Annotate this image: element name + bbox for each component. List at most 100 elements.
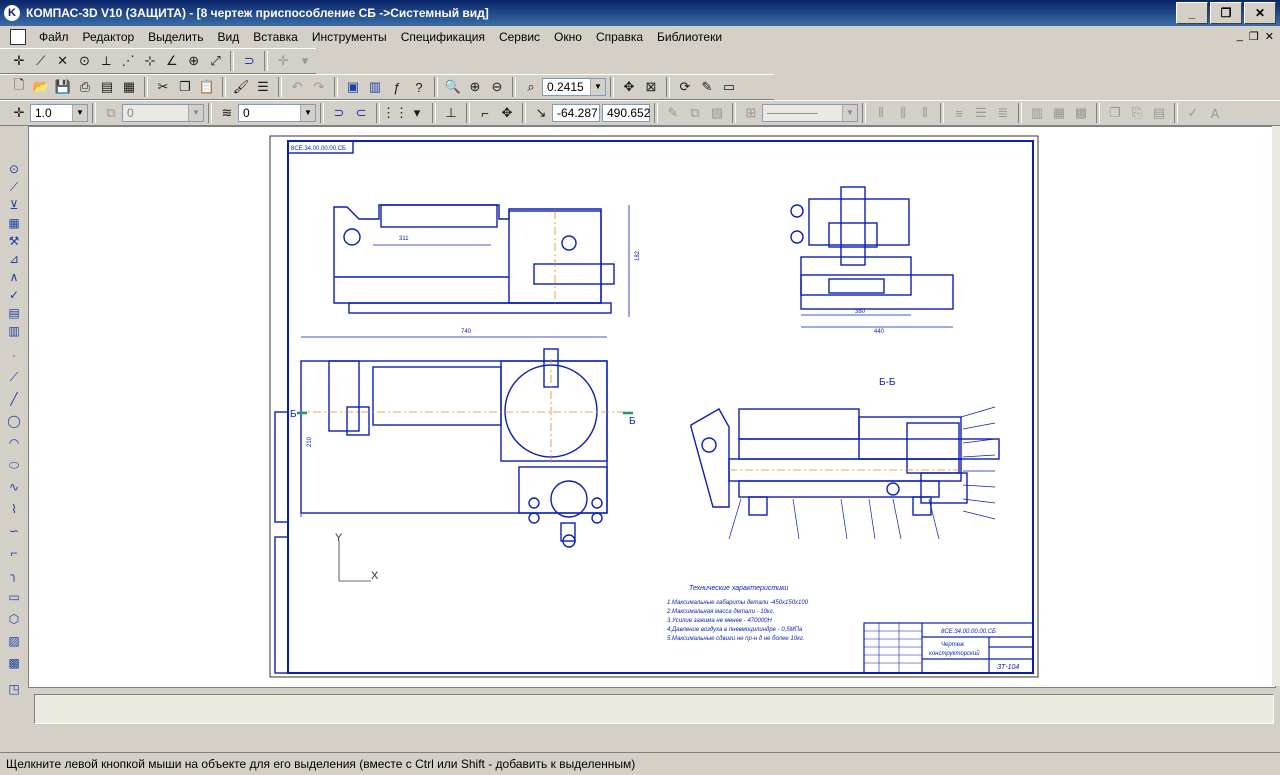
ortho-icon[interactable]: ⌐: [475, 103, 495, 123]
edit-icon[interactable]: ▦: [5, 216, 23, 232]
parametrize-icon[interactable]: ⚒: [5, 234, 23, 250]
align-center-icon[interactable]: ⫼: [893, 103, 913, 123]
polyline-icon[interactable]: ⌇: [5, 502, 23, 518]
cursor-step-icon[interactable]: ✛: [9, 103, 29, 123]
state-combo[interactable]: 0 ▼: [122, 104, 204, 122]
select-icon[interactable]: ∧: [5, 270, 23, 286]
snap-center-icon[interactable]: ⊕: [184, 51, 204, 71]
paste-icon[interactable]: 📋: [197, 77, 217, 97]
rectangle-icon[interactable]: ▭: [5, 590, 23, 606]
cut-icon[interactable]: ✂: [153, 77, 173, 97]
pan-icon[interactable]: ✥: [619, 77, 639, 97]
variables-icon[interactable]: ▥: [365, 77, 385, 97]
attract-icon[interactable]: ⊃: [329, 103, 349, 123]
drawing-canvas[interactable]: 311 182 380 440 740 210 8СЕ.34.00.00.00.…: [28, 126, 1276, 688]
dimensions-icon[interactable]: ⟋: [5, 180, 23, 196]
hatch-icon[interactable]: ▧: [707, 103, 727, 123]
text-icon[interactable]: A: [1205, 103, 1225, 123]
doc-minimize-button[interactable]: _: [1237, 30, 1243, 43]
refresh-icon[interactable]: ⟳: [675, 77, 695, 97]
open-icon[interactable]: 📂: [31, 77, 51, 97]
chamfer-icon[interactable]: ⌐: [5, 546, 23, 562]
fit-all-icon[interactable]: ⊠: [641, 77, 661, 97]
zoom-out-icon[interactable]: ⊖: [487, 77, 507, 97]
round-icon[interactable]: ✥: [497, 103, 517, 123]
snap-angle-icon[interactable]: ∠: [162, 51, 182, 71]
menu-view[interactable]: Вид: [211, 28, 247, 46]
hatch-tool-icon[interactable]: ▨: [5, 634, 23, 650]
snap-normal-icon[interactable]: ⟂: [96, 51, 116, 71]
chevron-down-icon[interactable]: ▼: [842, 105, 857, 121]
distribute-v-icon[interactable]: ☰: [971, 103, 991, 123]
distribute-icon[interactable]: ≡: [949, 103, 969, 123]
local-cs-icon[interactable]: ⊥: [441, 103, 461, 123]
doc-restore-button[interactable]: ❐: [1249, 30, 1259, 43]
undo-icon[interactable]: ↶: [287, 77, 307, 97]
zoom-scale-icon[interactable]: ⌕: [521, 77, 541, 97]
menu-specification[interactable]: Спецификация: [394, 28, 492, 46]
chevron-down-icon[interactable]: ▼: [300, 105, 315, 121]
measure-icon[interactable]: ⊿: [5, 252, 23, 268]
paste-props-icon[interactable]: ⎘: [1127, 103, 1147, 123]
spell-icon[interactable]: ✓: [1183, 103, 1203, 123]
magnet-icon[interactable]: ⊃: [239, 51, 259, 71]
layout-icon[interactable]: ▦: [119, 77, 139, 97]
menu-help[interactable]: Справка: [589, 28, 650, 46]
snap-point-icon[interactable]: ✛: [9, 51, 29, 71]
save-icon[interactable]: 💾: [53, 77, 73, 97]
state-icon[interactable]: ⧉: [101, 103, 121, 123]
snap-extra-icon[interactable]: ✛: [273, 51, 293, 71]
view-params-icon[interactable]: ⧉: [685, 103, 705, 123]
snap-nearest-icon[interactable]: ⟋: [31, 51, 51, 71]
maximize-button[interactable]: ❐: [1210, 2, 1242, 24]
function-icon[interactable]: ƒ: [387, 77, 407, 97]
snap-tangent-icon[interactable]: ⊙: [75, 51, 95, 71]
fillet-icon[interactable]: ╮: [5, 568, 23, 584]
copy-props-icon[interactable]: ❐: [1105, 103, 1125, 123]
geometry-icon[interactable]: ⊙: [5, 162, 23, 178]
menu-file[interactable]: Файл: [32, 28, 76, 46]
zoom-icon[interactable]: 🔍: [443, 77, 463, 97]
table-grid-icon[interactable]: ▦: [1049, 103, 1069, 123]
arc-icon[interactable]: ◠: [5, 436, 23, 452]
menu-libraries[interactable]: Библиотеки: [650, 28, 729, 46]
snap-dropdown-icon[interactable]: ▾: [295, 51, 315, 71]
doc-close-button[interactable]: ✕: [1265, 30, 1274, 43]
coord-x-field[interactable]: -64.287: [552, 104, 600, 122]
menu-service[interactable]: Сервис: [492, 28, 547, 46]
point-icon[interactable]: ·: [5, 348, 23, 364]
collect-contour-icon[interactable]: ◳: [5, 682, 23, 698]
snap-align-icon[interactable]: ⤢: [206, 51, 226, 71]
chevron-down-icon[interactable]: ▼: [590, 79, 605, 95]
align-left-icon[interactable]: ⫴: [871, 103, 891, 123]
spec-icon[interactable]: ▤: [5, 306, 23, 322]
format-brush-icon[interactable]: 🖌: [231, 77, 251, 97]
manager-icon[interactable]: ▣: [343, 77, 363, 97]
close-button[interactable]: ✕: [1244, 2, 1276, 24]
menu-select[interactable]: Выделить: [141, 28, 210, 46]
table-cells-icon[interactable]: ▩: [1071, 103, 1091, 123]
polygon-icon[interactable]: ⬡: [5, 612, 23, 628]
menu-window[interactable]: Окно: [547, 28, 589, 46]
ellipse-icon[interactable]: ⬭: [5, 458, 23, 474]
fill-icon[interactable]: ▩: [5, 656, 23, 672]
aux-line-icon[interactable]: ⟋: [5, 370, 23, 386]
edit-object-icon[interactable]: ✎: [663, 103, 683, 123]
print-icon[interactable]: ⎙: [75, 77, 95, 97]
layer-combo[interactable]: 0 ▼: [238, 104, 316, 122]
redo-icon[interactable]: ↷: [309, 77, 329, 97]
chevron-down-icon[interactable]: ▼: [72, 105, 87, 121]
grid-dropdown-icon[interactable]: ▾: [407, 103, 427, 123]
vertical-scrollbar[interactable]: [1272, 126, 1280, 686]
grid-icon[interactable]: ⋮⋮: [382, 103, 408, 123]
document-icon[interactable]: [10, 29, 26, 45]
print-preview-icon[interactable]: ▤: [97, 77, 117, 97]
menu-tools[interactable]: Инструменты: [305, 28, 394, 46]
properties-icon[interactable]: ☰: [253, 77, 273, 97]
report-icon[interactable]: ▥: [5, 324, 23, 340]
notation-icon[interactable]: ⊻: [5, 198, 23, 214]
layers-icon[interactable]: ≋: [217, 103, 237, 123]
line-style-combo[interactable]: ────── ▼: [762, 104, 858, 122]
menu-insert[interactable]: Вставка: [246, 28, 305, 46]
drawing-svg[interactable]: 311 182 380 440 740 210 8СЕ.34.00.00.00.…: [29, 127, 1275, 687]
